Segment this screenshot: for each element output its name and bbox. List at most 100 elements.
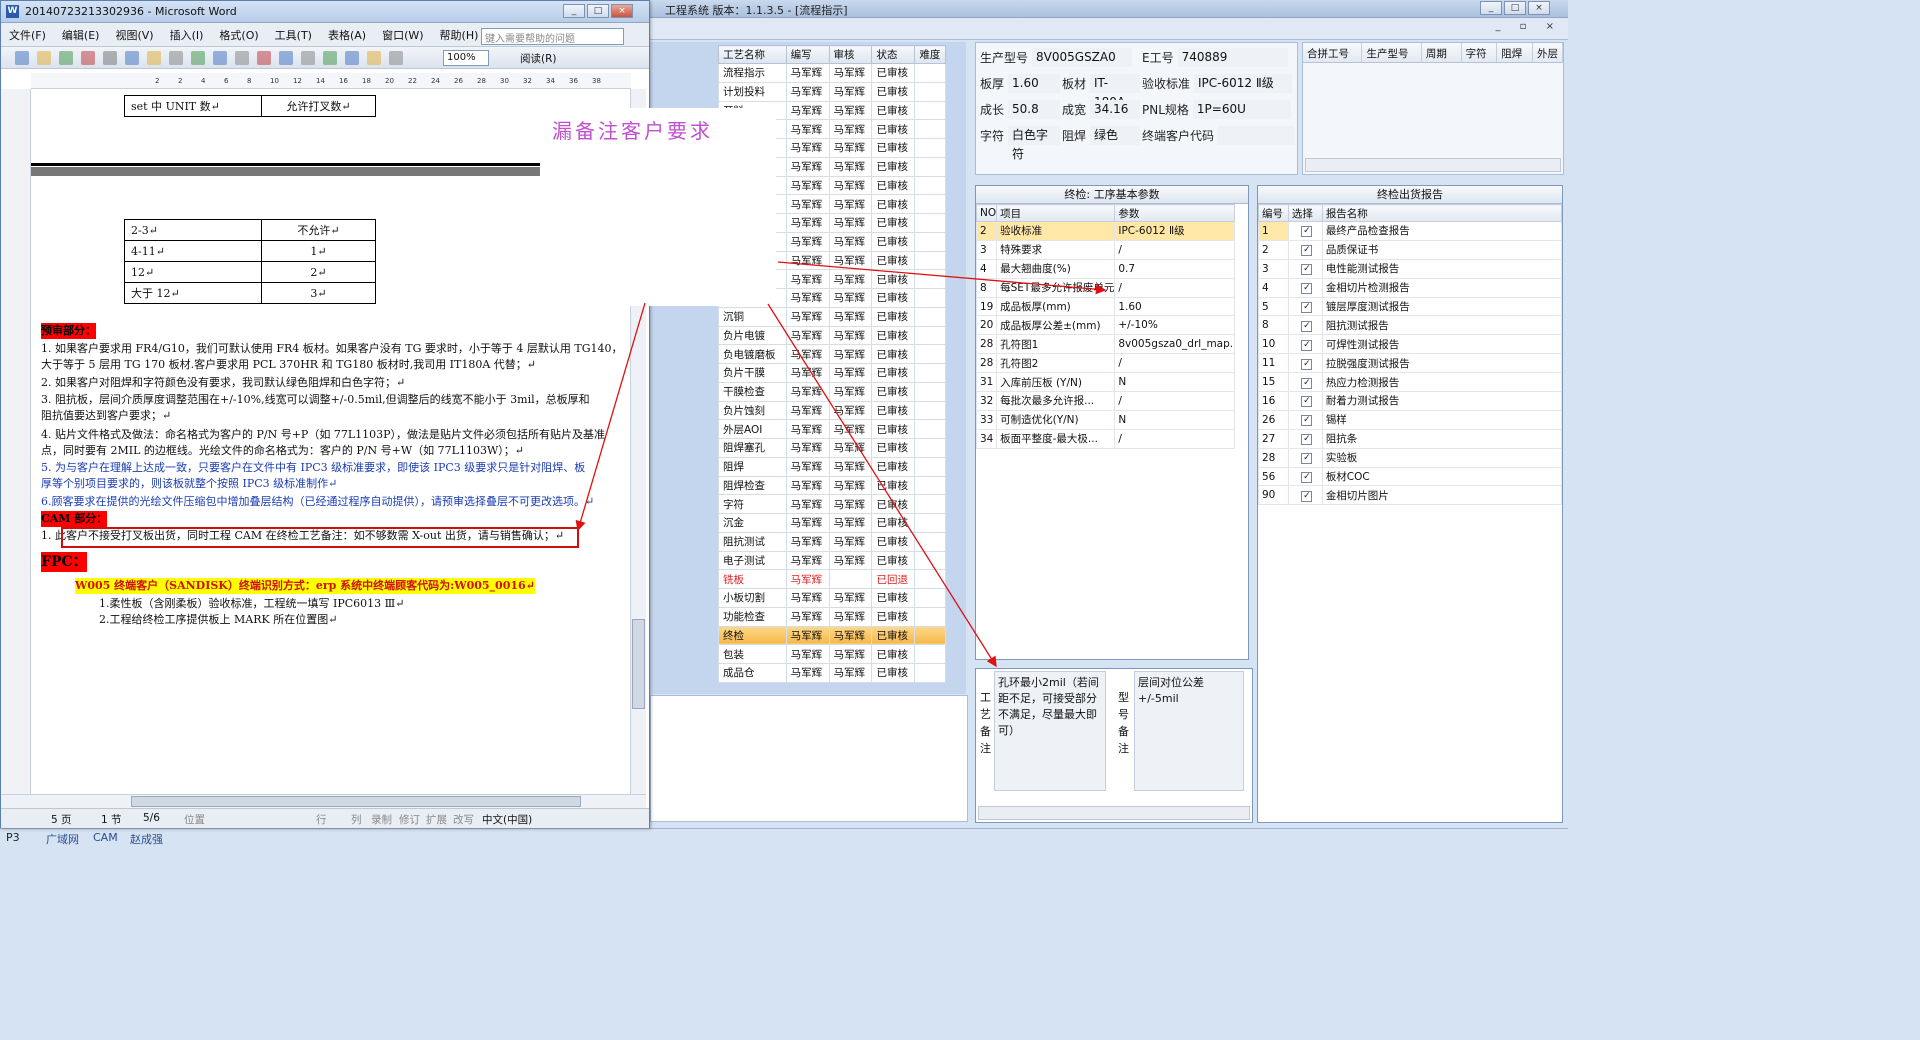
menu-item[interactable]: 工具(T) <box>275 27 312 43</box>
merge-column-header[interactable]: 周期 <box>1422 43 1462 62</box>
process-cell[interactable] <box>914 531 946 552</box>
process-cell[interactable]: 已审核 <box>871 419 916 439</box>
process-cell[interactable]: 已审核 <box>871 344 916 364</box>
process-header[interactable]: 状态 <box>871 45 916 64</box>
minimize-icon[interactable]: _ <box>1480 1 1502 15</box>
param-cell[interactable]: 成品板厚(mm) <box>996 296 1116 317</box>
process-cell[interactable]: 马军辉 <box>828 513 873 533</box>
process-cell[interactable]: 马军辉 <box>785 288 830 308</box>
menu-item[interactable]: 窗口(W) <box>382 27 423 43</box>
process-cell[interactable]: 马军辉 <box>828 306 873 327</box>
process-cell[interactable] <box>914 588 946 608</box>
param-row[interactable]: 34 板面平整度-最大极... / <box>975 428 1236 449</box>
process-cell[interactable]: 马军辉 <box>828 531 873 552</box>
remark-scrollbar[interactable] <box>978 806 1250 820</box>
process-row[interactable]: 沉铜马军辉马军辉已审核 <box>718 306 946 327</box>
checkbox[interactable]: ✓ <box>1301 396 1313 408</box>
param-header[interactable]: NO <box>975 204 998 222</box>
process-cell[interactable] <box>914 513 946 533</box>
process-cell[interactable]: 已审核 <box>871 81 916 102</box>
report-row[interactable]: 11 ✓ 拉脱强度测试报告 <box>1258 353 1563 374</box>
process-cell[interactable]: 马军辉 <box>785 363 830 383</box>
report-select[interactable]: ✓ <box>1287 221 1323 241</box>
process-cell[interactable]: 马军辉 <box>828 606 873 627</box>
proc-remark-field[interactable]: 孔环最小2mil（若间距不足，可接受部分不满足，尽量最大即可） <box>994 671 1106 791</box>
checkbox[interactable]: ✓ <box>1301 320 1313 332</box>
mdi-controls[interactable]: _ ▫ × <box>1495 21 1562 32</box>
process-row[interactable]: 计划投料 马军辉 马军辉 已审核 <box>718 81 946 102</box>
process-cell[interactable]: 马军辉 <box>785 156 830 177</box>
report-id[interactable]: 11 <box>1258 353 1289 374</box>
process-cell[interactable]: 马军辉 <box>785 438 830 458</box>
param-cell[interactable]: IPC-6012 Ⅱ级 <box>1114 221 1236 241</box>
redo-icon[interactable] <box>323 51 337 65</box>
process-cell[interactable]: 已审核 <box>871 625 916 646</box>
scroll-thumb[interactable] <box>632 619 645 709</box>
new-icon[interactable] <box>15 51 29 65</box>
process-cell[interactable]: 已审核 <box>871 194 916 214</box>
process-cell[interactable]: 马军辉 <box>828 288 873 308</box>
process-cell[interactable]: 马军辉 <box>785 325 830 346</box>
process-cell[interactable]: 马军辉 <box>785 513 830 533</box>
process-cell[interactable] <box>914 325 946 346</box>
report-select[interactable]: ✓ <box>1287 353 1323 374</box>
param-cell[interactable]: 每SET最多允许报废单元 <box>996 277 1116 298</box>
checkbox[interactable]: ✓ <box>1301 490 1313 502</box>
mask-value[interactable]: 绿色 <box>1090 125 1141 145</box>
process-row[interactable]: 阻焊 马军辉 马军辉 已审核 <box>718 456 946 477</box>
process-cell[interactable]: 马军辉 <box>828 63 873 83</box>
process-cell[interactable]: 已审核 <box>871 288 916 308</box>
minimize-icon[interactable]: _ <box>563 4 585 18</box>
report-select[interactable]: ✓ <box>1287 466 1323 487</box>
report-row[interactable]: 4 ✓ 金相切片检测报告 <box>1258 277 1563 298</box>
process-cell[interactable] <box>914 63 946 83</box>
checkbox[interactable]: ✓ <box>1301 377 1313 389</box>
checkbox[interactable]: ✓ <box>1301 472 1313 484</box>
process-cell[interactable] <box>914 138 946 158</box>
process-cell[interactable]: 小板切割 <box>718 588 787 608</box>
checkbox[interactable]: ✓ <box>1301 415 1313 427</box>
report-id[interactable]: 3 <box>1258 258 1289 279</box>
process-cell[interactable]: 马军辉 <box>828 625 873 646</box>
report-name[interactable]: 品质保证书 <box>1321 239 1563 260</box>
report-name[interactable]: 阻抗测试报告 <box>1321 315 1563 336</box>
param-cell[interactable]: N <box>1114 409 1236 430</box>
report-select[interactable]: ✓ <box>1287 485 1323 506</box>
email-icon[interactable] <box>103 51 117 65</box>
process-cell[interactable]: 流程指示 <box>718 63 787 83</box>
process-cell[interactable]: 马军辉 <box>828 344 873 364</box>
process-cell[interactable] <box>914 288 946 308</box>
process-cell[interactable]: 已审核 <box>871 138 916 158</box>
checkbox[interactable]: ✓ <box>1301 245 1313 257</box>
checkbox[interactable]: ✓ <box>1301 339 1313 351</box>
param-header[interactable]: 项目 <box>996 204 1116 222</box>
process-cell[interactable] <box>914 663 946 683</box>
param-table[interactable]: NO 项目 参数 2 验收标准 IPC-6012 Ⅱ级 3 特殊要求/4 最大翘曲度(%) 0.7… <box>975 204 1236 449</box>
process-cell[interactable]: 马军辉 <box>785 550 830 571</box>
report-id[interactable]: 28 <box>1258 447 1289 468</box>
process-cell[interactable]: 已审核 <box>871 588 916 608</box>
report-row[interactable]: 10 ✓ 可焊性测试报告 <box>1258 334 1563 355</box>
thick-value[interactable]: 1.60 <box>1008 73 1061 93</box>
merge-column-header[interactable]: 合拼工号 <box>1303 43 1363 62</box>
process-cell[interactable]: 马军辉 <box>785 606 830 627</box>
param-row[interactable]: 8 每SET最多允许报废单元 / <box>975 277 1236 298</box>
process-row[interactable]: 负片电镀 马军辉 马军辉 已审核 <box>718 325 946 346</box>
param-cell[interactable]: 每批次最多允许报... <box>996 391 1116 411</box>
process-cell[interactable]: 马军辉 <box>828 213 873 233</box>
len-value[interactable]: 50.8 <box>1008 99 1061 119</box>
process-row[interactable]: 电子测试 马军辉 马军辉 已审核 <box>718 550 946 571</box>
process-cell[interactable] <box>914 100 946 121</box>
process-cell[interactable]: 铣板 <box>718 569 787 589</box>
process-cell[interactable]: 字符 <box>718 494 787 514</box>
process-cell[interactable] <box>914 475 946 496</box>
param-cell[interactable]: 28 <box>975 334 998 355</box>
report-row[interactable]: 2 ✓ 品质保证书 <box>1258 239 1563 260</box>
param-cell[interactable]: 3 <box>975 239 998 260</box>
process-cell[interactable]: 已审核 <box>871 531 916 552</box>
process-cell[interactable]: 马军辉 <box>785 644 830 664</box>
report-select[interactable]: ✓ <box>1287 296 1323 317</box>
process-cell[interactable] <box>914 569 946 589</box>
process-cell[interactable]: 阻焊检查 <box>718 475 787 496</box>
param-header[interactable]: 参数 <box>1114 204 1236 222</box>
